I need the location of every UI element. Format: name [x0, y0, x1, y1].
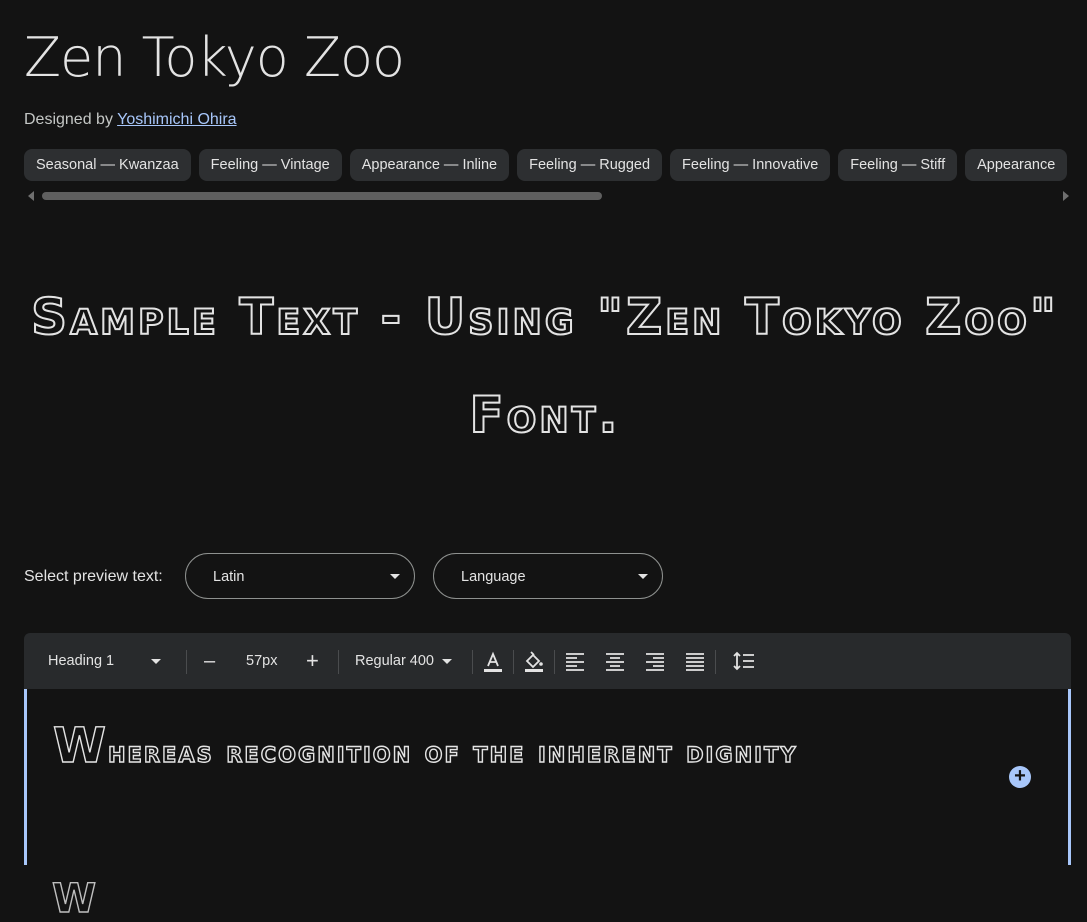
- scrollbar-thumb[interactable]: [42, 192, 602, 200]
- align-left-icon[interactable]: [563, 649, 587, 673]
- chevron-down-icon: [390, 574, 400, 579]
- editor-text[interactable]: Whereas recognition of the inherent dign…: [52, 711, 853, 788]
- designer-link[interactable]: Yoshimichi Ohira: [117, 111, 236, 128]
- editor-area[interactable]: Whereas recognition of the inherent dign…: [24, 689, 1071, 865]
- tag-chip[interactable]: Seasonal — Kwanzaa: [24, 149, 191, 181]
- toolbar-divider: [513, 650, 514, 674]
- font-size-value[interactable]: 57px: [246, 633, 277, 689]
- decrease-size-button[interactable]: –: [204, 633, 215, 689]
- style-dropdown-value: Heading 1: [48, 653, 115, 669]
- tag-chip[interactable]: Appearance — Inline: [349, 149, 510, 181]
- tag-list: Seasonal — Kwanzaa Feeling — Vintage Appea…: [24, 149, 1087, 183]
- scroll-right-arrow-icon[interactable]: [1063, 191, 1069, 201]
- tag-chip[interactable]: Feeling — Stiff: [838, 149, 958, 181]
- designer-line: Designed by Yoshimichi Ohira: [24, 111, 237, 129]
- sample-text-preview: Sample Text - Using "Zen Tokyo Zoo" Font…: [30, 287, 1059, 445]
- font-title: Zen Tokyo Zoo: [24, 26, 405, 89]
- scroll-left-arrow-icon[interactable]: [28, 191, 34, 201]
- text-color-icon[interactable]: [481, 649, 505, 673]
- tag-chip[interactable]: Feeling — Rugged: [517, 149, 663, 181]
- editor-toolbar: Heading 1 – 57px + Regular 400: [24, 633, 1071, 689]
- tag-chip[interactable]: Feeling — Vintage: [198, 149, 342, 181]
- tag-scrollbar[interactable]: [24, 190, 1071, 202]
- chevron-down-icon: [638, 574, 648, 579]
- preview-text-label: Select preview text:: [24, 568, 163, 585]
- toolbar-divider: [554, 650, 555, 674]
- increase-size-button[interactable]: +: [306, 633, 319, 689]
- highlight-icon[interactable]: [522, 649, 546, 673]
- weight-dropdown-value: Regular 400: [355, 653, 434, 669]
- toolbar-divider: [715, 650, 716, 674]
- next-paragraph-text: W: [51, 875, 97, 922]
- script-select-value: Latin: [213, 569, 245, 585]
- align-justify-icon[interactable]: [683, 649, 707, 673]
- language-select[interactable]: Language: [433, 553, 663, 599]
- align-right-icon[interactable]: [643, 649, 667, 673]
- style-dropdown[interactable]: Heading 1: [48, 633, 162, 689]
- chevron-down-icon: [442, 658, 452, 664]
- toolbar-divider: [338, 650, 339, 674]
- weight-dropdown[interactable]: Regular 400: [355, 633, 452, 689]
- chevron-down-icon: [151, 658, 162, 664]
- toolbar-divider: [472, 650, 473, 674]
- toolbar-divider: [186, 650, 187, 674]
- line-spacing-icon[interactable]: [732, 649, 756, 673]
- script-select[interactable]: Latin: [185, 553, 415, 599]
- tag-chip[interactable]: Appearance: [965, 149, 1068, 181]
- designed-by-label: Designed by: [24, 111, 113, 128]
- align-center-icon[interactable]: [603, 649, 627, 673]
- add-icon[interactable]: +: [1009, 766, 1031, 788]
- language-select-value: Language: [461, 569, 526, 585]
- tag-chip[interactable]: Feeling — Innovative: [670, 149, 831, 181]
